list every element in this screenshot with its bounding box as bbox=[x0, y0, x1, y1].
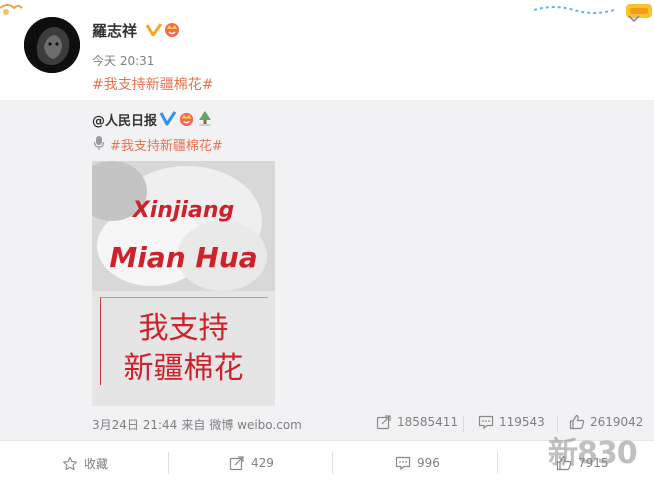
comment-icon bbox=[478, 415, 494, 430]
chevron-down-icon[interactable] bbox=[627, 14, 641, 24]
forward-count-value: 18585411 bbox=[397, 415, 459, 429]
forward-icon bbox=[376, 415, 391, 430]
comment-button[interactable]: 996 bbox=[395, 455, 440, 471]
repost-comment-count[interactable]: 119543 bbox=[478, 414, 545, 430]
poster-text-cotton: 新疆棉花 bbox=[123, 351, 244, 386]
favorite-label: 收藏 bbox=[84, 457, 109, 471]
tree-badge-icon bbox=[199, 111, 211, 126]
crown-badge-icon bbox=[179, 112, 194, 127]
star-icon bbox=[63, 456, 77, 470]
divider bbox=[332, 452, 333, 474]
divider bbox=[168, 452, 169, 474]
avatar[interactable] bbox=[24, 17, 80, 73]
comment-count-value: 119543 bbox=[499, 415, 545, 429]
repost-hashtag-link[interactable]: #我支持新疆棉花# bbox=[110, 135, 223, 154]
lion-avatar-icon bbox=[24, 17, 80, 73]
original-author-badges bbox=[160, 110, 213, 128]
post-time[interactable]: 今天 20:31 bbox=[92, 52, 154, 69]
author-name[interactable]: 羅志祥 bbox=[92, 20, 137, 41]
forward-icon bbox=[229, 456, 244, 471]
post-hashtag-link[interactable]: #我支持新疆棉花# bbox=[92, 74, 213, 94]
watermark-logo: 新830 bbox=[548, 436, 638, 471]
poster-text-support: 我支持 bbox=[138, 311, 229, 346]
repost-timestamp[interactable]: 3月24日 21:44 bbox=[92, 416, 177, 433]
verified-v-icon bbox=[146, 23, 162, 36]
source-link[interactable]: 微博 weibo.com bbox=[209, 416, 302, 433]
like-count-value: 2619042 bbox=[590, 415, 644, 429]
verified-blue-v-icon bbox=[160, 111, 176, 126]
poster-text-mianhua: Mian Hua bbox=[109, 241, 258, 274]
poster-text-xinjiang: Xinjiang bbox=[132, 198, 235, 223]
divider bbox=[497, 452, 498, 474]
divider bbox=[463, 416, 464, 432]
forward-count: 429 bbox=[251, 456, 274, 470]
repost-forward-count[interactable]: 18585411 bbox=[376, 414, 458, 430]
comment-count: 996 bbox=[417, 456, 440, 470]
forward-button[interactable]: 429 bbox=[229, 455, 274, 471]
favorite-button[interactable]: 收藏 bbox=[62, 455, 108, 472]
repost-meta: 3月24日 21:44 来自 微博 weibo.com bbox=[92, 416, 302, 433]
microphone-icon bbox=[93, 136, 105, 150]
source-prefix: 来自 bbox=[181, 418, 206, 432]
decorative-figure-icon bbox=[0, 4, 23, 15]
original-author-link[interactable]: @人民日报 bbox=[92, 110, 157, 129]
crown-badge-icon bbox=[165, 23, 179, 37]
comment-icon bbox=[395, 456, 411, 471]
post-image[interactable]: Xinjiang Mian Hua 我支持 新疆棉花 bbox=[92, 161, 275, 406]
